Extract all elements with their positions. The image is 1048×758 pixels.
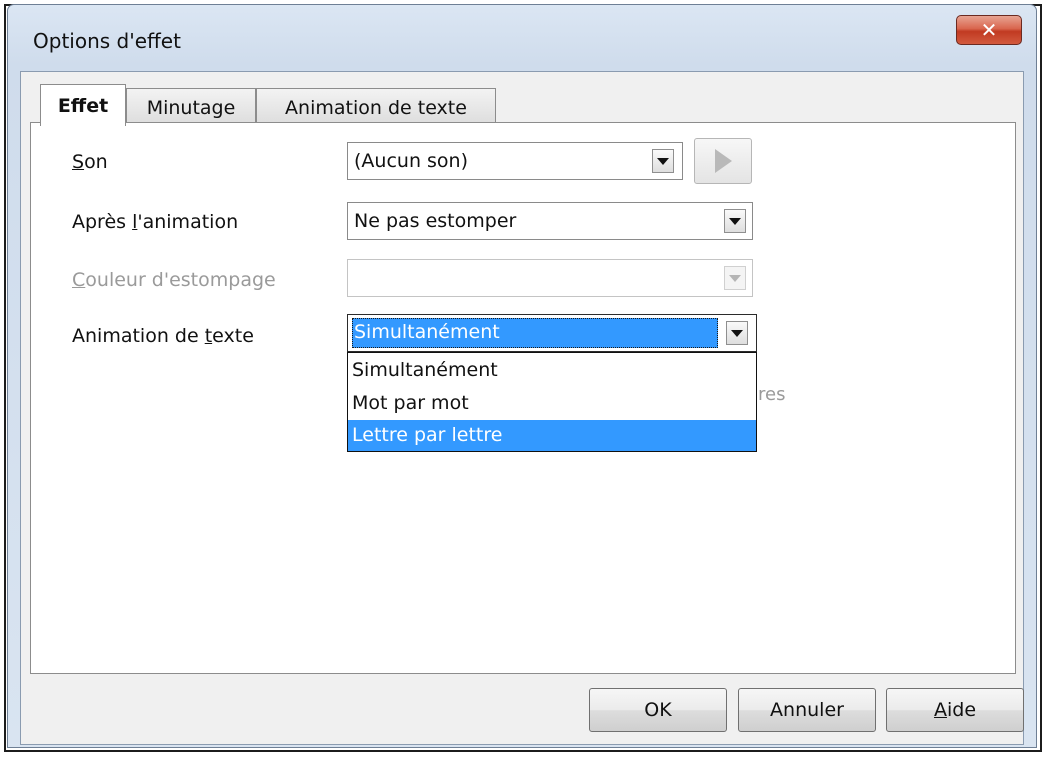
label-apres-animation: Après l'animation <box>72 211 238 233</box>
play-icon <box>715 149 732 173</box>
label-couleur-estompage: Couleur d'estompage <box>72 269 276 291</box>
after-animation-value: Ne pas estomper <box>354 210 517 232</box>
dropdown-arrow-button <box>724 266 746 290</box>
sound-select[interactable]: (Aucun son) <box>347 142 683 180</box>
tab-label: Effet <box>57 94 109 117</box>
after-animation-select[interactable]: Ne pas estomper <box>347 202 753 240</box>
chevron-down-icon <box>731 329 743 337</box>
help-label: Aide <box>934 699 976 721</box>
tab-animation-de-texte[interactable]: Animation de texte <box>256 88 496 126</box>
close-icon: ✕ <box>980 18 998 42</box>
text-animation-select[interactable]: Simultanément <box>347 314 757 352</box>
play-sound-button[interactable] <box>694 138 752 184</box>
label-text: ouleur d'estompage <box>85 269 276 291</box>
tab-minutage[interactable]: Minutage <box>126 88 256 126</box>
text-animation-options-list[interactable]: Simultanément Mot par mot Lettre par let… <box>347 352 757 452</box>
label-son: Son <box>72 151 108 173</box>
tab-effet[interactable]: Effet <box>40 84 126 126</box>
label-text: exte <box>212 325 254 347</box>
label-text: on <box>84 151 108 173</box>
option-lettre-par-lettre[interactable]: Lettre par lettre <box>348 420 756 451</box>
tab-label: Animation de texte <box>285 96 467 119</box>
label-text: Animation de <box>72 325 205 347</box>
mnemonic-letter: S <box>72 151 85 173</box>
label-animation-texte: Animation de texte <box>72 325 254 347</box>
label-text: 'animation <box>137 211 239 233</box>
chevron-down-icon <box>657 157 669 165</box>
close-button[interactable]: ✕ <box>956 15 1022 45</box>
dialog-title: Options d'effet <box>33 29 181 53</box>
option-simultanement[interactable]: Simultanément <box>348 355 756 386</box>
label-text: Après <box>72 211 133 233</box>
fade-color-select <box>347 259 753 297</box>
sound-value: (Aucun son) <box>354 150 468 172</box>
label-text: ide <box>946 699 977 721</box>
mnemonic-letter: A <box>933 699 947 721</box>
hidden-partial-label: res <box>758 384 786 405</box>
cancel-button[interactable]: Annuler <box>738 688 876 732</box>
chevron-down-icon <box>729 217 741 225</box>
option-mot-par-mot[interactable]: Mot par mot <box>348 388 756 419</box>
chevron-down-icon <box>729 274 741 282</box>
cancel-label: Annuler <box>770 699 844 721</box>
ok-label: OK <box>644 699 672 721</box>
dropdown-arrow-button[interactable] <box>726 321 748 345</box>
dropdown-arrow-button[interactable] <box>652 149 674 173</box>
ok-button[interactable]: OK <box>589 688 727 732</box>
mnemonic-letter: C <box>72 269 86 291</box>
dropdown-arrow-button[interactable] <box>724 209 746 233</box>
text-animation-value: Simultanément <box>354 321 500 343</box>
help-button[interactable]: Aide <box>886 688 1024 732</box>
tab-label: Minutage <box>146 96 236 119</box>
